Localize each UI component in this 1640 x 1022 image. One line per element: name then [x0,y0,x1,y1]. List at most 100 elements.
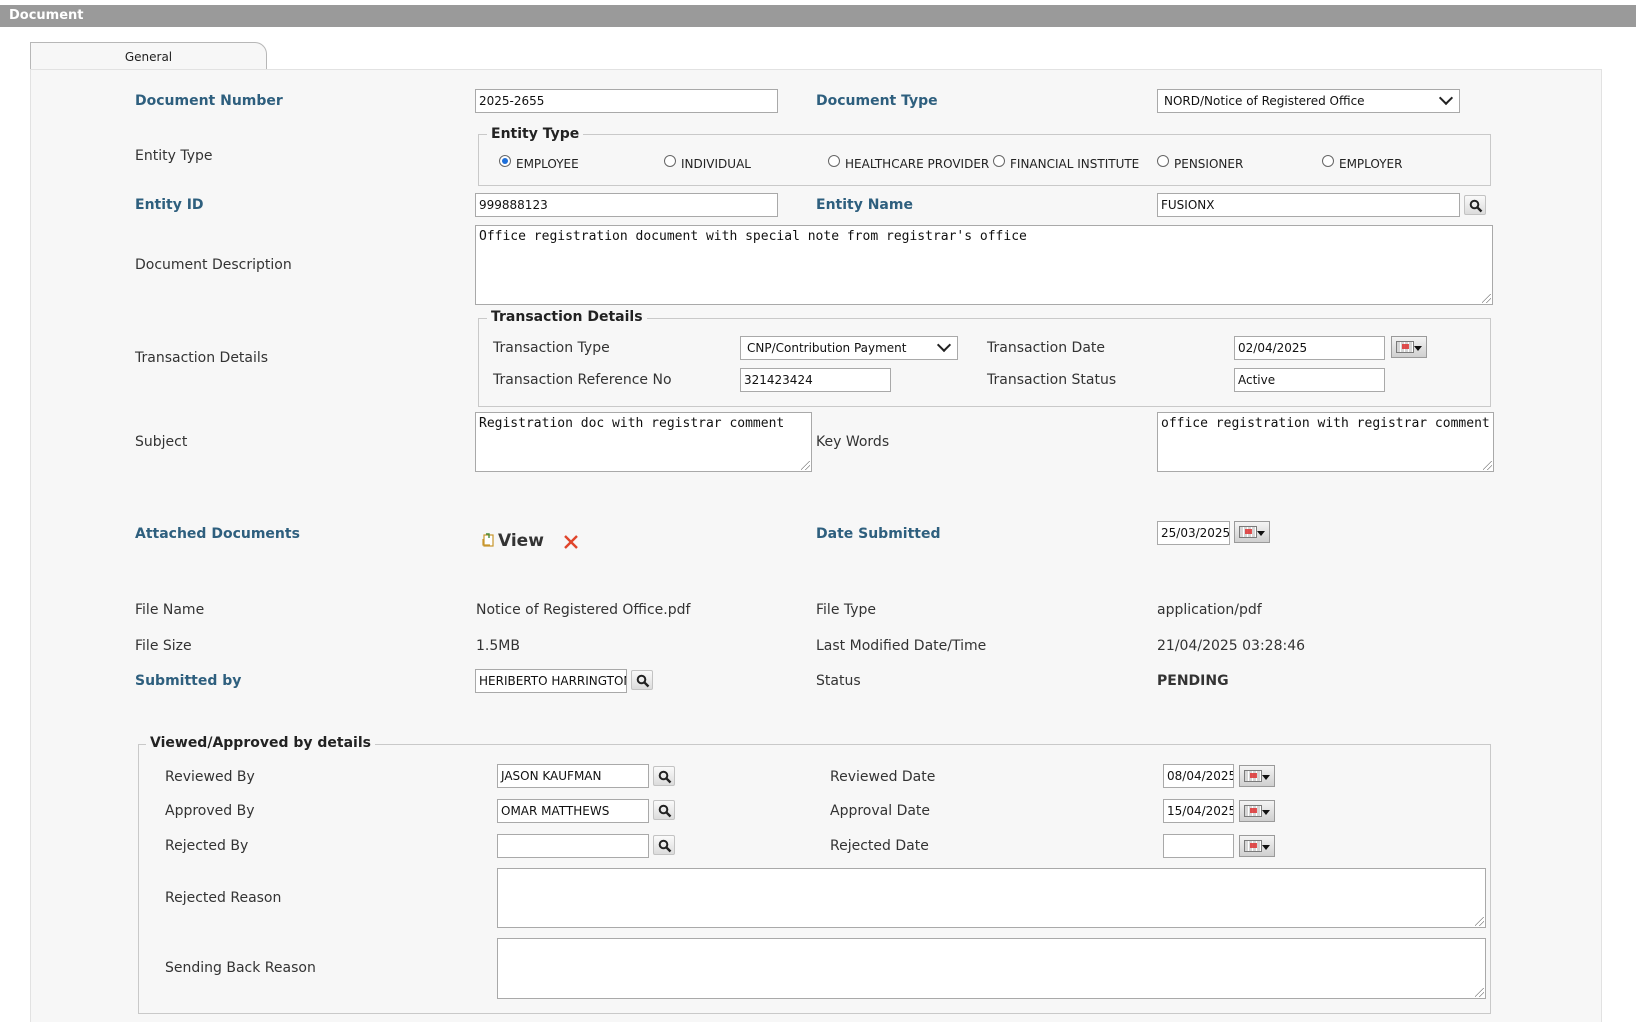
rejected-date-label: Rejected Date [830,838,929,854]
chevron-down-icon [936,337,952,353]
radio-employee-label: EMPLOYEE [516,157,579,171]
radio-financial-institute[interactable] [993,155,1005,167]
rejected-reason-label: Rejected Reason [165,890,282,906]
rejected-date-calendar-button[interactable] [1239,835,1275,857]
resize-grip-icon[interactable] [1475,917,1484,926]
transaction-type-label: Transaction Type [493,340,610,356]
key-words-text: office registration with registrar comme… [1161,416,1490,431]
transaction-details-fieldset [478,318,1491,407]
approved-by-label: Approved By [165,803,255,819]
rejected-by-label: Rejected By [165,838,249,854]
radio-pensioner-label: PENSIONER [1174,157,1244,171]
date-submitted-label: Date Submitted [816,526,941,542]
calendar-icon [1244,805,1262,817]
close-icon [564,535,578,549]
approval-date-input[interactable]: 15/04/2025 [1163,799,1234,823]
document-number-input[interactable]: 2025-2655 [475,89,778,113]
radio-financial-institute-label: FINANCIAL INSTITUTE [1010,157,1140,171]
date-submitted-calendar-button[interactable] [1234,521,1270,543]
calendar-icon [1239,526,1257,538]
date-submitted-input[interactable]: 25/03/2025 [1157,521,1230,545]
document-type-select[interactable]: NORD/Notice of Registered Office [1157,89,1460,113]
subject-textarea[interactable]: Registration doc with registrar comment [475,412,812,472]
attachment-icon [480,532,496,548]
caret-down-icon [1262,845,1270,850]
document-type-value: NORD/Notice of Registered Office [1164,94,1365,108]
status-label: Status [816,673,861,689]
transaction-type-value: CNP/Contribution Payment [747,341,907,355]
attached-documents-label: Attached Documents [135,526,300,542]
transaction-details-legend: Transaction Details [487,309,647,325]
caret-down-icon [1262,810,1270,815]
rejected-reason-textarea[interactable] [497,868,1486,928]
resize-grip-icon[interactable] [1483,461,1492,470]
transaction-date-calendar-button[interactable] [1391,336,1427,358]
entity-type-label: Entity Type [135,148,213,164]
magnifier-icon [658,770,672,784]
reviewed-date-calendar-button[interactable] [1239,765,1275,787]
transaction-reference-input[interactable]: 321423424 [740,368,891,392]
status-value: PENDING [1157,673,1229,689]
radio-healthcare-provider-label: HEALTHCARE PROVIDER [845,157,990,171]
submitted-by-input[interactable]: HERIBERTO HARRINGTON [475,669,627,693]
approved-by-search-button[interactable] [653,800,675,820]
rejected-date-input[interactable] [1163,834,1234,858]
transaction-type-select[interactable]: CNP/Contribution Payment [740,336,958,360]
radio-individual-label: INDIVIDUAL [681,157,751,171]
radio-employer[interactable] [1322,155,1334,167]
entity-name-input[interactable]: FUSIONX [1157,193,1460,217]
resize-grip-icon[interactable] [1482,294,1491,303]
radio-employee[interactable] [499,155,511,167]
transaction-details-label: Transaction Details [135,350,269,366]
radio-pensioner[interactable] [1157,155,1169,167]
delete-attachment-button[interactable] [563,534,579,550]
radio-healthcare-provider[interactable] [828,155,840,167]
magnifier-icon [658,839,672,853]
caret-down-icon [1257,531,1265,536]
approval-date-label: Approval Date [830,803,931,819]
tab-general[interactable]: General [30,42,267,69]
document-description-label: Document Description [135,257,292,273]
entity-name-label: Entity Name [816,197,913,213]
file-name-value: Notice of Registered Office.pdf [476,602,691,618]
rejected-by-search-button[interactable] [653,835,675,855]
transaction-date-input[interactable]: 02/04/2025 [1234,336,1385,360]
key-words-textarea[interactable]: office registration with registrar comme… [1157,412,1494,472]
magnifier-icon [1469,199,1483,213]
calendar-icon [1244,840,1262,852]
radio-individual[interactable] [664,155,676,167]
approval-legend: Viewed/Approved by details [146,735,375,751]
entity-type-legend: Entity Type [487,126,584,142]
submitted-by-label: Submitted by [135,673,242,689]
sending-back-reason-textarea[interactable] [497,938,1486,999]
last-modified-value: 21/04/2025 03:28:46 [1157,638,1306,654]
chevron-down-icon [1438,90,1454,106]
subject-text: Registration doc with registrar comment [479,416,785,431]
view-attachment-button[interactable]: View [498,531,544,551]
caret-down-icon [1262,775,1270,780]
document-description-textarea[interactable]: Office registration document with specia… [475,225,1493,305]
resize-grip-icon[interactable] [1475,988,1484,997]
approved-by-input[interactable]: OMAR MATTHEWS [497,799,649,823]
rejected-by-input[interactable] [497,834,649,858]
entity-name-search-button[interactable] [1464,195,1486,215]
reviewed-by-search-button[interactable] [653,766,675,786]
reviewed-date-input[interactable]: 08/04/2025 [1163,764,1234,788]
file-type-label: File Type [816,602,877,618]
caret-down-icon [1414,346,1422,351]
file-size-label: File Size [135,638,192,654]
transaction-status-input[interactable]: Active [1234,368,1385,392]
entity-id-input[interactable]: 999888123 [475,193,778,217]
transaction-reference-label: Transaction Reference No [493,372,672,388]
reviewed-by-label: Reviewed By [165,769,255,785]
transaction-date-label: Transaction Date [987,340,1106,356]
subject-label: Subject [135,434,188,450]
approval-date-calendar-button[interactable] [1239,800,1275,822]
reviewed-by-input[interactable]: JASON KAUFMAN [497,764,649,788]
reviewed-date-label: Reviewed Date [830,769,936,785]
magnifier-icon [636,674,650,688]
submitted-by-search-button[interactable] [631,670,653,690]
last-modified-label: Last Modified Date/Time [816,638,987,654]
entity-id-label: Entity ID [135,197,204,213]
resize-grip-icon[interactable] [801,461,810,470]
